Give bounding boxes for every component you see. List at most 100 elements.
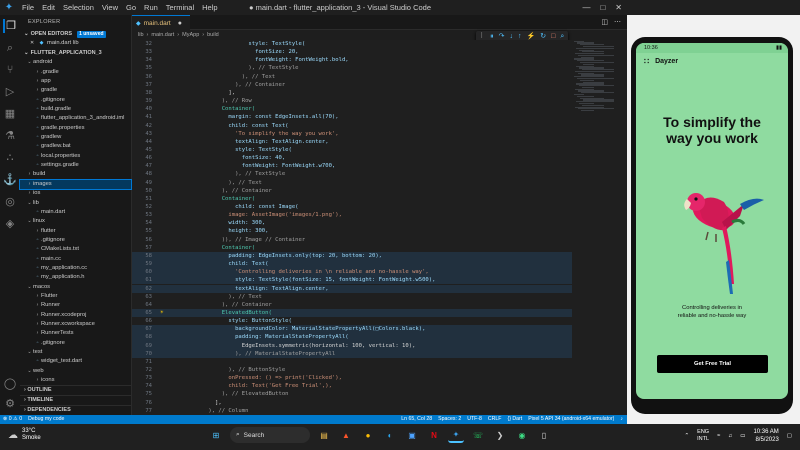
close-icon[interactable]: ✕	[615, 0, 622, 15]
tree-file[interactable]: ▫ CMakeLists.txt	[20, 245, 131, 254]
weather-widget[interactable]: ☁ 33°C Smoke	[8, 428, 41, 442]
code-editor[interactable]: 32 style: TextStyle(33 fontSize: 20, 34 f…	[132, 40, 627, 415]
breadcrumb-item[interactable]: MyApp	[182, 30, 199, 40]
tree-folder[interactable]: › Runner.xcworkspace	[20, 320, 131, 329]
menu-item[interactable]: Edit	[38, 0, 59, 15]
timeline-section[interactable]: › TIMELINE	[20, 395, 132, 404]
tree-file[interactable]: ▫ gradlew.bat	[20, 142, 131, 151]
tree-folder[interactable]: ⌄ lib	[20, 199, 131, 208]
tree-folder[interactable]: › gradle	[20, 86, 131, 95]
tree-file[interactable]: ▫ settings.gradle	[20, 161, 131, 170]
menu-item[interactable]: View	[98, 0, 122, 15]
account-icon[interactable]: ◯	[3, 377, 17, 391]
wifi-icon[interactable]: ≈	[717, 433, 720, 439]
tree-file[interactable]: ▫ main.cc	[20, 255, 131, 264]
tree-file[interactable]: ▫ local.properties	[20, 152, 131, 161]
tree-file[interactable]: ▫ main.dart	[20, 208, 131, 217]
menu-item[interactable]: Run	[140, 0, 162, 15]
tree-folder[interactable]: ⌄ linux	[20, 217, 131, 226]
run-debug-icon[interactable]: ▷	[3, 85, 17, 99]
line-ending[interactable]: CRLF	[488, 415, 502, 424]
search-icon[interactable]: ⌕	[3, 41, 17, 55]
chrome-icon[interactable]: ●	[360, 427, 376, 443]
language-indicator[interactable]: ENG INTL	[697, 429, 709, 443]
powershell-icon[interactable]: ❯	[492, 427, 508, 443]
source-control-icon[interactable]: ⑂	[3, 63, 17, 77]
cursor-position[interactable]: Ln 65, Col 28	[401, 415, 432, 424]
tree-folder[interactable]: › flutter	[20, 227, 131, 236]
edge-icon[interactable]: ◐	[382, 427, 398, 443]
modified-dot-icon[interactable]: ●	[178, 20, 182, 27]
tree-file[interactable]: ▫ .gitignore	[20, 236, 131, 245]
vscode-taskbar-icon[interactable]: ✦	[448, 427, 464, 443]
close-icon[interactable]: ✕	[30, 39, 38, 48]
remote-icon[interactable]: ◎	[3, 195, 17, 209]
battery-icon[interactable]: ▭	[740, 433, 745, 439]
minimap[interactable]	[574, 40, 622, 415]
emulator-taskbar-icon[interactable]: ▯	[536, 427, 552, 443]
volume-icon[interactable]: ♫	[728, 433, 732, 439]
taskbar-search[interactable]: ⌕ Search	[230, 427, 310, 443]
problems-indicator[interactable]: ⊗ 0 ⚠ 0	[3, 415, 22, 424]
dependencies-section[interactable]: › DEPENDENCIES	[20, 405, 132, 414]
menu-item[interactable]: File	[18, 0, 38, 15]
gear-icon[interactable]: ⚙	[3, 397, 17, 411]
tree-folder[interactable]: › Runner	[20, 301, 131, 310]
tab-main-dart[interactable]: ◆ main.dart ●	[132, 15, 190, 30]
whatsapp-icon[interactable]: ☏	[470, 427, 486, 443]
tree-file[interactable]: ▫ flutter_application_3_android.iml	[20, 114, 131, 123]
git-icon[interactable]: ◈	[3, 217, 17, 231]
debug-status[interactable]: Debug my code	[28, 415, 64, 424]
breadcrumb-item[interactable]: main.dart	[151, 30, 174, 40]
outline-section[interactable]: › OUTLINE	[20, 385, 132, 394]
explorer-icon[interactable]: ❐	[3, 19, 17, 33]
tree-folder[interactable]: › .gradle	[20, 68, 131, 77]
indentation[interactable]: Spaces: 2	[438, 415, 461, 424]
docker-icon[interactable]: ⚓	[3, 173, 17, 187]
breadcrumb-item[interactable]: build	[207, 30, 219, 40]
tree-folder[interactable]: › app	[20, 77, 131, 86]
maximize-icon[interactable]: □	[600, 0, 605, 15]
split-editor-icon[interactable]: ◫	[601, 18, 608, 26]
encoding[interactable]: UTF-8	[467, 415, 482, 424]
tree-file[interactable]: ▫ my_application.cc	[20, 264, 131, 273]
tree-file[interactable]: ▫ build.gradle	[20, 105, 131, 114]
tree-file[interactable]: ▫ my_application.h	[20, 273, 131, 282]
tree-folder[interactable]: › Flutter	[20, 292, 131, 301]
menu-item[interactable]: Terminal	[162, 0, 198, 15]
flask-icon[interactable]: ∴	[3, 151, 17, 165]
bell-icon[interactable]: ♪	[620, 415, 623, 424]
menu-item[interactable]: Selection	[59, 0, 98, 15]
brave-browser-icon[interactable]: ▲	[338, 427, 354, 443]
tree-folder[interactable]: › build	[20, 170, 131, 179]
tree-folder[interactable]: › RunnerTests	[20, 329, 131, 338]
tree-file[interactable]: ▫ widget_test.dart	[20, 357, 131, 366]
menu-item[interactable]: Go	[122, 0, 140, 15]
tree-folder[interactable]: ⌄ test	[20, 348, 131, 357]
tree-folder[interactable]: › Runner.xcodeproj	[20, 311, 131, 320]
tree-file[interactable]: ▫ gradlew	[20, 133, 131, 142]
project-section[interactable]: ⌄ FLUTTER_APPLICATION_3	[20, 48, 131, 58]
tree-folder[interactable]: ⌄ android	[20, 58, 131, 67]
extensions-icon[interactable]: ▦	[3, 107, 17, 121]
menu-item[interactable]: Help	[198, 0, 221, 15]
tree-file[interactable]: ▫ gradle.properties	[20, 124, 131, 133]
tree-folder[interactable]: › images	[19, 178, 132, 191]
more-actions-icon[interactable]: ⋯	[614, 18, 621, 26]
open-editor-item[interactable]: ✕ ◆ main.dart lib	[20, 39, 131, 48]
store-icon[interactable]: ▣	[404, 427, 420, 443]
vscode-logo-icon[interactable]: ✦	[0, 0, 18, 15]
android-studio-icon[interactable]: ◉	[514, 427, 530, 443]
language-mode[interactable]: {} Dart	[507, 415, 522, 424]
netflix-icon[interactable]: N	[426, 427, 442, 443]
chevron-up-icon[interactable]: ⌃	[685, 433, 690, 439]
tree-folder[interactable]: ⌄ web	[20, 367, 131, 376]
windows-start-icon[interactable]: ⊞	[208, 427, 224, 443]
notification-icon[interactable]: ▢	[787, 433, 792, 439]
tree-folder[interactable]: › icons	[20, 376, 131, 385]
lightbulb-icon[interactable]: ☀	[160, 309, 164, 317]
tree-folder[interactable]: ⌄ macos	[20, 283, 131, 292]
device-selector[interactable]: Pixel 5 API 34 (android-x64 emulator)	[528, 415, 614, 424]
minimize-icon[interactable]: —	[582, 0, 590, 15]
get-free-trial-button[interactable]: Get Free Trial	[657, 355, 768, 373]
